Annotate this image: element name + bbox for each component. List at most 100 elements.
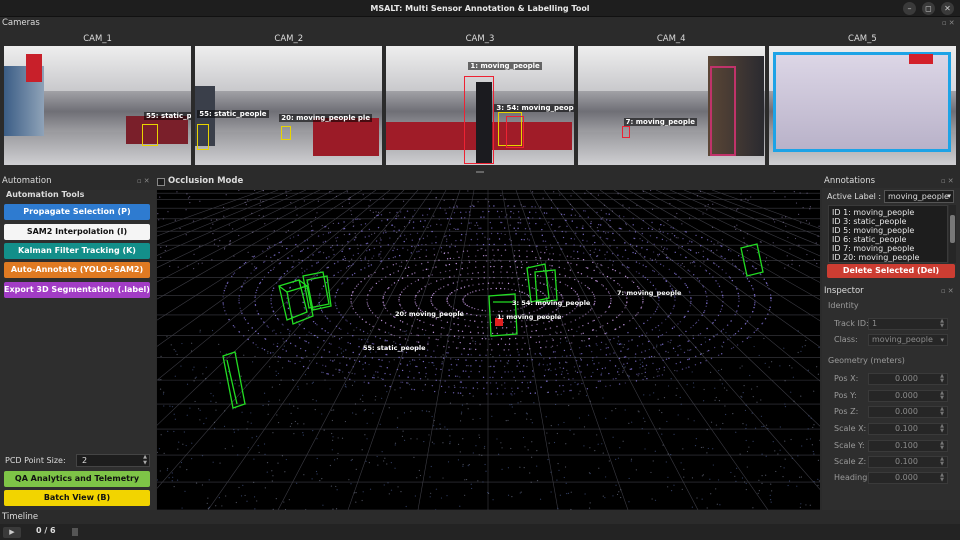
camera-2[interactable]: CAM_2 55: static_people 20: moving_peopl… — [195, 32, 383, 168]
camera-label: CAM_5 — [848, 34, 877, 44]
chevron-down-icon[interactable]: ▾ — [947, 191, 951, 202]
cloud-label: 55: static_people — [363, 344, 426, 352]
point-cloud-viewport[interactable]: 7: moving_people 3: 54: moving_people 1:… — [157, 190, 820, 510]
class-dropdown[interactable]: moving_people ▾ — [868, 334, 948, 346]
bounding-box[interactable] — [621, 126, 630, 138]
scrollbar-thumb[interactable] — [950, 215, 955, 243]
pos-y-field[interactable]: 0.000 ▲ ▼ — [868, 390, 948, 402]
class-label: Class: — [834, 335, 858, 344]
lidar-points — [157, 190, 820, 510]
minimize-icon[interactable]: – — [903, 2, 916, 15]
propagate-selection-button[interactable]: Propagate Selection (P) — [4, 204, 150, 220]
spin-arrows-icon[interactable]: ▲ ▼ — [940, 374, 944, 384]
list-item[interactable]: ID 5: moving_people — [832, 226, 944, 235]
bounding-box[interactable] — [506, 116, 525, 148]
inspector-header: Inspector — [824, 286, 864, 296]
pos-x-field[interactable]: 0.000 ▲ ▼ — [868, 373, 948, 385]
spin-arrows-icon[interactable]: ▲ ▼ — [940, 473, 944, 483]
spin-arrows-icon[interactable]: ▲ ▼ — [940, 424, 944, 434]
spin-arrows-icon[interactable]: ▲ ▼ — [940, 457, 944, 467]
auto-annotate-button[interactable]: Auto-Annotate (YOLO+SAM2) — [4, 262, 150, 278]
occlusion-mode-label: Occlusion Mode — [168, 176, 244, 186]
list-item[interactable]: ID 7: moving_people — [832, 244, 944, 253]
close-icon[interactable]: ✕ — [941, 2, 954, 15]
camera-1[interactable]: CAM_1 55: static_people — [4, 32, 192, 168]
bounding-box[interactable] — [142, 124, 158, 146]
camera-image[interactable]: 7: moving_people — [577, 46, 765, 165]
track-id-label: Track ID: — [834, 319, 869, 328]
camera-5[interactable]: CAM_5 — [768, 32, 957, 168]
camera-box-tag: 20: moving_people ple — [279, 114, 373, 122]
automation-panel: Automation Tools Propagate Selection (P)… — [0, 190, 156, 510]
spin-arrows-icon[interactable]: ▲ ▼ — [940, 441, 944, 451]
track-id-field[interactable]: 1 ▲ ▼ — [868, 318, 948, 330]
spin-arrows-icon[interactable]: ▲ ▼ — [940, 319, 944, 329]
spin-arrows-icon[interactable]: ▲ ▼ — [940, 391, 944, 401]
inspector-dock-controls[interactable]: ▫✕ — [941, 287, 956, 295]
pos-z-field[interactable]: 0.000 ▲ ▼ — [868, 406, 948, 418]
batch-view-button[interactable]: Batch View (B) — [4, 490, 150, 506]
camera-4[interactable]: CAM_4 7: moving_people — [577, 32, 765, 168]
camera-label: CAM_4 — [656, 34, 686, 44]
splitter-handle[interactable] — [476, 171, 484, 173]
camera-3[interactable]: CAM_3 1: moving_people 3: 54: moving_peo… — [386, 32, 574, 168]
chevron-down-icon[interactable]: ▾ — [940, 335, 944, 345]
pos-z-label: Pos Z: — [834, 407, 859, 416]
maximize-icon[interactable]: ◻ — [922, 2, 935, 15]
pcd-point-size-spinbox[interactable]: 2 ▲ ▼ — [76, 454, 150, 467]
list-item[interactable]: ID 3: static_people — [832, 217, 944, 226]
point-cloud-canvas[interactable] — [157, 190, 820, 510]
bounding-box[interactable] — [281, 126, 292, 140]
camera-image[interactable]: 1: moving_people 3: 54: moving_people — [386, 46, 574, 165]
scale-y-value: 0.100 — [895, 441, 918, 450]
kalman-tracking-button[interactable]: Kalman Filter Tracking (K) — [4, 243, 150, 259]
class-value: moving_people — [872, 335, 933, 344]
cameras-dock-controls[interactable]: ▫✕ — [942, 19, 957, 27]
spin-arrows-icon[interactable]: ▲ ▼ — [143, 454, 147, 466]
sam2-interpolation-button[interactable]: SAM2 Interpolation (I) — [4, 224, 150, 240]
occlusion-mode-checkbox[interactable] — [157, 178, 165, 186]
camera-label: CAM_3 — [465, 34, 495, 44]
export-segmentation-button[interactable]: Export 3D Segmentation (.label) — [4, 282, 150, 298]
scale-y-field[interactable]: 0.100 ▲ ▼ — [868, 440, 948, 452]
active-label-caption: Active Label : — [827, 192, 882, 201]
list-item[interactable]: ID 1: moving_people — [832, 208, 944, 217]
delete-selected-button[interactable]: Delete Selected (Del) — [827, 264, 955, 278]
list-item[interactable]: ID 20: moving_people — [832, 253, 944, 262]
list-item[interactable]: ID 6: static_people — [832, 235, 944, 244]
camera-image[interactable] — [768, 46, 957, 165]
scale-y-label: Scale Y: — [834, 441, 865, 450]
geometry-section-title: Geometry (meters) — [828, 356, 905, 365]
automation-dock-controls[interactable]: ▫✕ — [137, 177, 152, 185]
3d-bounding-box[interactable] — [740, 243, 764, 277]
scale-z-field[interactable]: 0.100 ▲ ▼ — [868, 456, 948, 468]
qa-analytics-button[interactable]: QA Analytics and Telemetry — [4, 471, 150, 487]
timeline-bar: ▶ 0 / 6 — [0, 524, 960, 540]
annotation-list[interactable]: ID 1: moving_people ID 3: static_people … — [828, 205, 948, 263]
automation-section-title: Automation Tools — [6, 190, 85, 199]
timeline-header: Timeline — [2, 512, 39, 522]
identity-section-title: Identity — [828, 301, 859, 310]
bounding-box[interactable] — [197, 124, 210, 150]
pos-y-label: Pos Y: — [834, 391, 857, 400]
pos-x-label: Pos X: — [834, 374, 859, 383]
scale-x-label: Scale X: — [834, 424, 867, 433]
camera-image[interactable]: 55: static_people 20: moving_people ple — [195, 46, 383, 165]
cloud-label: 7: moving_people — [617, 289, 682, 297]
annotations-dock-controls[interactable]: ▫✕ — [941, 177, 956, 185]
play-button[interactable]: ▶ — [3, 527, 21, 538]
play-icon: ▶ — [9, 528, 15, 536]
annotation-list-scrollbar[interactable] — [949, 205, 956, 263]
camera-image[interactable]: 55: static_people — [4, 46, 192, 165]
pos-z-value: 0.000 — [895, 407, 918, 416]
3d-bounding-box[interactable] — [526, 263, 558, 303]
window-title: MSALT: Multi Sensor Annotation & Labelli… — [370, 3, 590, 13]
camera-label: CAM_1 — [83, 34, 112, 44]
scale-x-field[interactable]: 0.100 ▲ ▼ — [868, 423, 948, 435]
pcd-point-size-label: PCD Point Size: — [5, 456, 66, 465]
active-label-dropdown[interactable]: moving_people ▾ — [884, 190, 954, 203]
spin-arrows-icon[interactable]: ▲ ▼ — [940, 407, 944, 417]
heading-field[interactable]: 0.000 ▲ ▼ — [868, 472, 948, 484]
bounding-box[interactable] — [464, 76, 495, 164]
timeline-slider-handle[interactable] — [72, 528, 78, 536]
